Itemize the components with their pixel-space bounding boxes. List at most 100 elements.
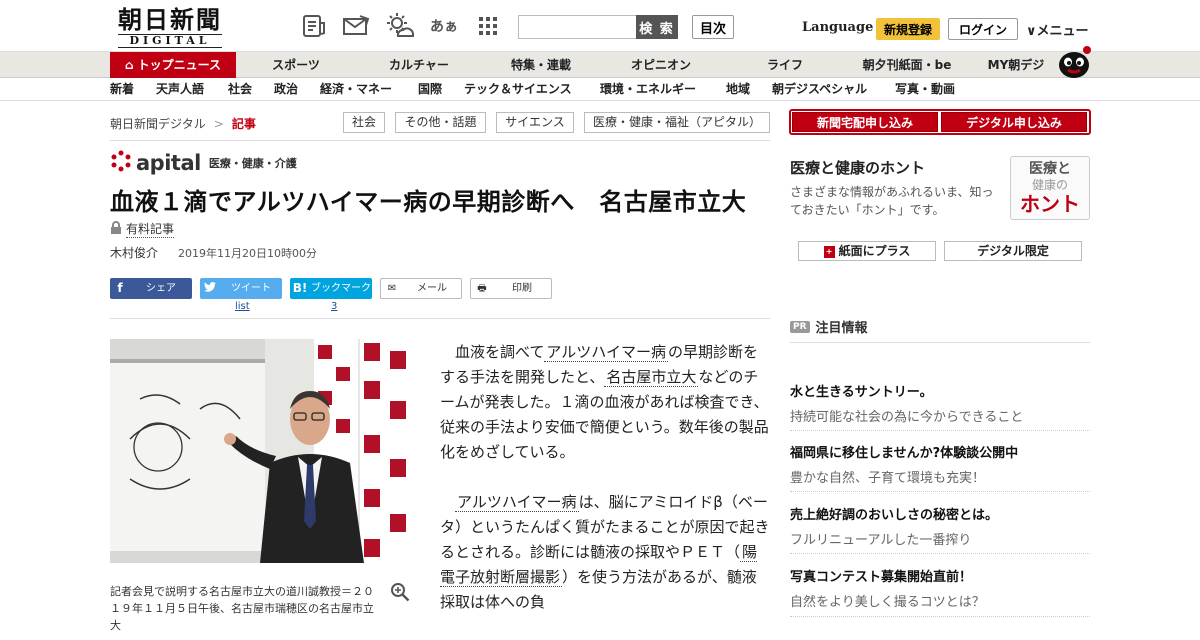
nav-item[interactable]: ライフ: [740, 52, 830, 78]
pr-item[interactable]: 水と生きるサントリー。 持続可能な社会の為に今からできること: [790, 381, 1090, 425]
subnav-item[interactable]: 朝デジスペシャル: [772, 78, 867, 101]
pr-item-desc: 自然をより美しく撮るコツとは？: [790, 595, 985, 610]
tag-link[interactable]: 医療・健康・福祉（アピタル）: [584, 112, 770, 133]
facebook-share-label: シェア: [146, 283, 176, 294]
nav-top-news-label: トップニュース: [137, 58, 221, 72]
paper-plus-icon: +: [823, 245, 835, 258]
home-icon: ⌂: [125, 58, 134, 72]
facebook-share-button[interactable]: f シェア: [110, 278, 192, 299]
article-photo[interactable]: [110, 339, 410, 563]
divider: [110, 318, 770, 319]
tag-link[interactable]: その他・話題: [395, 112, 486, 133]
nav-item[interactable]: オピニオン: [614, 52, 708, 78]
pr-item[interactable]: 写真コンテスト募集開始直前！ 自然をより美しく撮るコツとは？: [790, 566, 1090, 610]
honto-heading[interactable]: 医療と健康のホント: [790, 157, 925, 178]
subscribe-digital-button[interactable]: デジタル申し込み: [941, 112, 1087, 132]
toc-button[interactable]: 目次: [692, 15, 734, 39]
subnav-item[interactable]: 政治: [274, 78, 298, 101]
paid-label-text[interactable]: 有料記事: [126, 220, 175, 238]
mail-share-label: メール: [417, 283, 447, 294]
digital-only-button[interactable]: デジタル限定: [944, 241, 1082, 261]
pr-header: PR 注目情報: [790, 317, 868, 336]
text-span: 血液を調べて: [455, 343, 545, 361]
pr-item[interactable]: 売上絶好調のおいしさの秘密とは。 フルリニューアルした一番搾り: [790, 504, 1090, 548]
nav-top-news[interactable]: ⌂ トップニュース: [110, 52, 236, 78]
newspaper-icon[interactable]: [300, 12, 328, 40]
nav-item[interactable]: カルチャー: [372, 52, 466, 78]
subnav-item[interactable]: 環境・エネルギー: [600, 78, 696, 101]
paid-article-label: 有料記事: [110, 220, 175, 238]
mail-icon[interactable]: [342, 12, 370, 40]
envelope-icon: ✉: [387, 283, 397, 294]
divider: [790, 553, 1090, 554]
article-body: 血液を調べて アルツハイマー病 の早期診断をする手法を開発したと、 名古屋市立大 などの…: [440, 340, 770, 640]
hatena-count[interactable]: 3: [331, 301, 337, 312]
subnav-item[interactable]: 経済・マネー: [320, 78, 392, 101]
subnav-item[interactable]: 地域: [726, 78, 750, 101]
nav-item[interactable]: スポーツ: [252, 52, 340, 78]
tag-link[interactable]: 社会: [343, 112, 385, 133]
pr-item-title: 売上絶好調のおいしさの秘密とは。: [790, 508, 999, 523]
hatena-icon: B!: [292, 281, 308, 295]
subscribe-paper-button[interactable]: 新聞宅配申し込み: [792, 112, 938, 132]
top-header: 朝日新聞 DIGITAL あぁ 検 索 目次 Language 新規登録 ログイ…: [0, 0, 1200, 52]
section-subtitle: 医療・健康・介護: [208, 157, 297, 170]
subnav-item[interactable]: 新着: [110, 78, 134, 101]
article-author[interactable]: 木村俊介: [110, 244, 158, 261]
register-button[interactable]: 新規登録: [876, 18, 940, 40]
breadcrumb-home[interactable]: 朝日新聞デジタル: [110, 117, 206, 131]
honto-logo[interactable]: 医療と 健康の ホント: [1010, 156, 1090, 220]
grid-icon[interactable]: [474, 12, 502, 40]
pr-item-title: 福岡県に移住しませんか?体験談公開中: [790, 446, 1019, 461]
nav-item[interactable]: 特集・連載: [494, 52, 588, 78]
print-button[interactable]: 🖶 印刷: [470, 278, 552, 299]
nav-item[interactable]: MY朝デジ: [980, 52, 1052, 78]
site-logo[interactable]: 朝日新聞 DIGITAL: [110, 6, 230, 48]
twitter-share-button[interactable]: ツイート: [200, 278, 282, 299]
subnav-item[interactable]: 社会: [228, 78, 252, 101]
logo-main-text: 朝日新聞: [118, 5, 222, 34]
section-brand-name: apital: [136, 151, 201, 175]
secondary-nav: 新着 天声人語 社会 政治 経済・マネー 国際 テック＆サイエンス 環境・エネル…: [0, 78, 1200, 101]
subnav-item[interactable]: テック＆サイエンス: [464, 78, 572, 101]
menu-button[interactable]: ∨メニュー: [1026, 20, 1089, 39]
subnav-item[interactable]: 写真・動画: [895, 78, 955, 101]
hatena-bookmark-label: ブックマーク: [311, 283, 371, 294]
tag-link[interactable]: サイエンス: [496, 112, 574, 133]
keyword-link[interactable]: アルツハイマー病: [455, 493, 579, 512]
photo-caption: 記者会見で説明する名古屋市立大の道川誠教授＝２０１９年１１月５日午後、名古屋市瑞…: [110, 585, 374, 632]
divider: [790, 342, 1090, 343]
paper-plus-label: 紙面にプラス: [838, 244, 911, 258]
paper-plus-button[interactable]: + 紙面にプラス: [798, 241, 936, 261]
font-size-icon[interactable]: あぁ: [430, 12, 458, 40]
pr-item-desc: フルリニューアルした一番搾り: [790, 533, 972, 548]
lock-icon: [110, 221, 122, 237]
apital-logo-icon: [110, 150, 132, 176]
zoom-icon[interactable]: [390, 582, 410, 606]
honto-logo-line: 医療と: [1029, 161, 1071, 177]
divider: [790, 491, 1090, 492]
nav-item[interactable]: 朝夕刊紙面・be: [852, 52, 962, 78]
twitter-count[interactable]: list: [235, 301, 250, 312]
subnav-item[interactable]: 天声人語: [156, 78, 204, 101]
mail-share-button[interactable]: ✉ メール: [380, 278, 462, 299]
subnav-item[interactable]: 国際: [418, 78, 442, 101]
article-date: 2019年11月20日10時00分: [178, 247, 317, 260]
divider: [790, 430, 1090, 431]
weather-icon[interactable]: [386, 12, 414, 40]
print-label: 印刷: [512, 283, 532, 294]
login-button[interactable]: ログイン: [948, 18, 1018, 40]
language-link[interactable]: Language: [802, 20, 873, 35]
section-brand[interactable]: apital 医療・健康・介護: [110, 150, 297, 176]
search-button[interactable]: 検 索: [636, 15, 678, 39]
mascot-icon[interactable]: [1054, 44, 1094, 78]
keyword-link[interactable]: 名古屋市立大: [604, 368, 699, 387]
hatena-bookmark-button[interactable]: B! ブックマーク: [290, 278, 372, 299]
search-input[interactable]: [518, 15, 638, 39]
pr-item-desc: 持続可能な社会の為に今からできること: [790, 410, 1024, 425]
keyword-link[interactable]: アルツハイマー病: [544, 343, 668, 362]
facebook-icon: f: [117, 281, 123, 295]
breadcrumb-separator: >: [213, 117, 224, 131]
pr-item[interactable]: 福岡県に移住しませんか?体験談公開中 豊かな自然、子育て環境も充実！: [790, 442, 1090, 486]
divider: [790, 616, 1090, 617]
